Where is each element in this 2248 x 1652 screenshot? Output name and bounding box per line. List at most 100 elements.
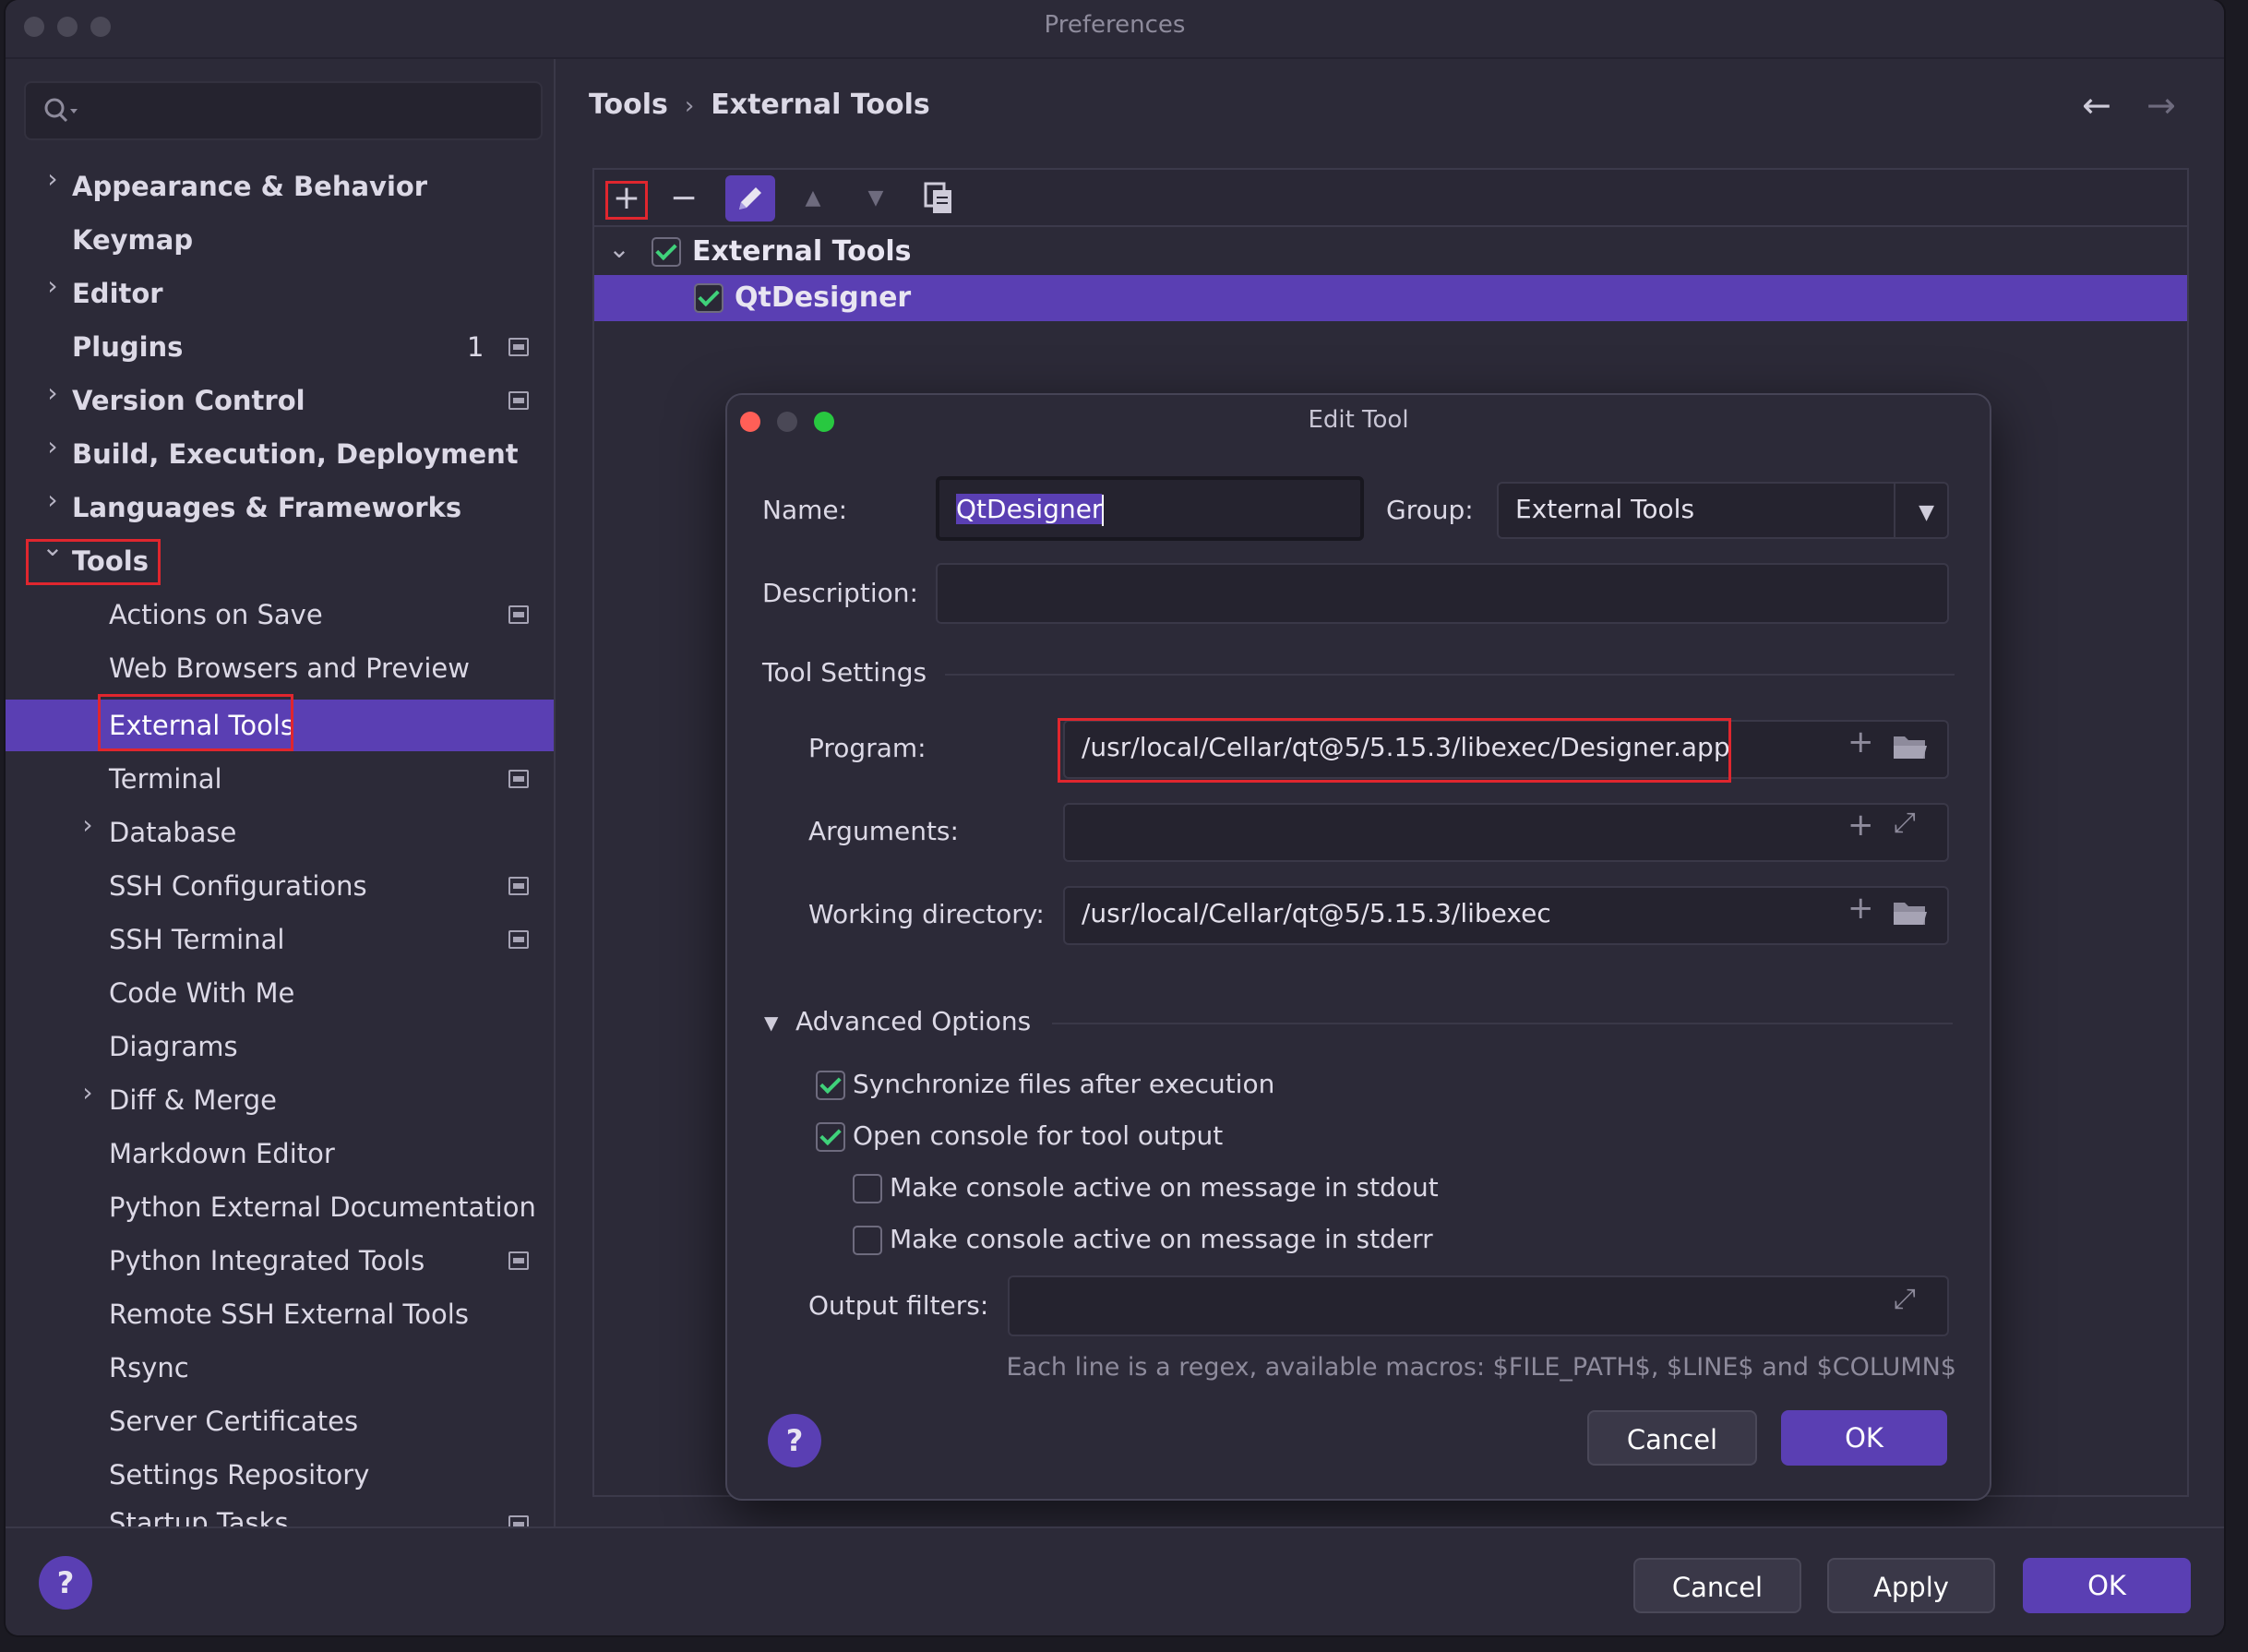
text-cursor: [1102, 495, 1105, 526]
sidebar-item-plugins[interactable]: Plugins: [72, 321, 183, 373]
sidebar-item-server-certificates[interactable]: Server Certificates: [109, 1395, 358, 1447]
breadcrumb-parent[interactable]: Tools: [589, 89, 668, 121]
remove-tool-button[interactable]: −: [659, 175, 709, 221]
preferences-window: Preferences › Appearance & Behavior Keym…: [6, 0, 2224, 1635]
sidebar-item-ssh-configurations[interactable]: SSH Configurations: [109, 860, 367, 912]
tools-highlight-box: [26, 539, 161, 585]
folder-icon[interactable]: [1892, 733, 1929, 762]
expand-arrow-icon[interactable]: ›: [39, 485, 66, 515]
group-label: Group:: [1386, 495, 1474, 525]
project-settings-icon: [508, 1251, 529, 1270]
output-filters-input[interactable]: [1008, 1275, 1949, 1336]
group-dropdown-value: External Tools: [1515, 494, 1695, 524]
expand-arrow-icon[interactable]: ›: [39, 270, 66, 301]
insert-macro-icon[interactable]: +: [1847, 807, 1874, 844]
sync-files-checkbox[interactable]: [816, 1071, 845, 1100]
sidebar-clip: Startup Tasks: [6, 1502, 554, 1526]
tool-enabled-checkbox[interactable]: [694, 283, 723, 313]
sidebar-item-settings-repository[interactable]: Settings Repository: [109, 1449, 369, 1501]
tree-group-row[interactable]: ⌄ External Tools: [594, 229, 2187, 275]
insert-macro-icon[interactable]: +: [1847, 890, 1874, 927]
project-settings-icon: [508, 877, 529, 895]
sidebar-item-web-browsers[interactable]: Web Browsers and Preview: [109, 642, 470, 694]
open-console-label: Open console for tool output: [853, 1120, 1224, 1151]
cancel-button[interactable]: Cancel: [1633, 1558, 1801, 1613]
expand-arrow-icon[interactable]: ›: [74, 1077, 102, 1107]
insert-macro-icon[interactable]: +: [1847, 724, 1874, 760]
expand-arrow-icon[interactable]: ›: [39, 163, 66, 194]
collapse-triangle-icon[interactable]: ▼: [764, 1012, 778, 1034]
group-dropdown[interactable]: External Tools ▼: [1497, 482, 1949, 539]
sidebar-item-markdown-editor[interactable]: Markdown Editor: [109, 1128, 335, 1179]
window-title: Preferences: [1044, 11, 1186, 39]
sidebar-item-actions-on-save[interactable]: Actions on Save: [109, 589, 323, 640]
sidebar-item-version-control[interactable]: Version Control: [72, 375, 305, 426]
dialog-cancel-button[interactable]: Cancel: [1587, 1410, 1757, 1466]
sidebar-item-keymap[interactable]: Keymap: [72, 214, 193, 266]
tree-item-row[interactable]: QtDesigner: [594, 275, 2187, 321]
output-filters-hint: Each line is a regex, available macros: …: [1006, 1353, 1956, 1382]
working-directory-input[interactable]: /usr/local/Cellar/qt@5/5.15.3/libexec: [1063, 886, 1949, 945]
expand-arrow-icon[interactable]: ›: [39, 431, 66, 461]
chevron-down-icon: ▼: [1919, 501, 1934, 524]
forward-arrow-icon[interactable]: →: [2146, 85, 2176, 126]
back-arrow-icon[interactable]: ←: [2082, 85, 2111, 126]
sidebar-item-rsync[interactable]: Rsync: [109, 1342, 189, 1394]
sidebar-item-build-execution-deployment[interactable]: Build, Execution, Deployment: [72, 428, 519, 480]
folder-icon[interactable]: [1892, 899, 1929, 928]
project-settings-icon: [508, 930, 529, 949]
copy-icon: [924, 182, 951, 213]
dropdown-divider: [1894, 484, 1895, 537]
working-directory-label: Working directory:: [808, 899, 1045, 929]
ok-button[interactable]: OK: [2023, 1558, 2191, 1613]
pencil-icon: [739, 187, 761, 209]
name-input[interactable]: QtDesigner: [936, 476, 1364, 541]
add-button-highlight-box: [605, 181, 648, 220]
sidebar-item-ssh-terminal[interactable]: SSH Terminal: [109, 914, 284, 965]
sidebar-item-languages-frameworks[interactable]: Languages & Frameworks: [72, 482, 461, 533]
program-highlight-box: [1058, 718, 1731, 783]
expand-icon[interactable]: ⤢: [1894, 807, 1916, 839]
open-console-checkbox[interactable]: [816, 1122, 845, 1152]
move-up-button[interactable]: ▲: [788, 175, 838, 221]
dialog-help-button[interactable]: ?: [768, 1414, 821, 1467]
sidebar-item-diff-merge[interactable]: Diff & Merge: [109, 1074, 277, 1126]
group-enabled-checkbox[interactable]: [652, 237, 681, 267]
sidebar-item-code-with-me[interactable]: Code With Me: [109, 967, 294, 1019]
sidebar-item-terminal[interactable]: Terminal: [109, 753, 222, 805]
sidebar-item-startup-tasks[interactable]: Startup Tasks: [109, 1502, 289, 1526]
move-down-button[interactable]: ▼: [851, 175, 901, 221]
apply-button[interactable]: Apply: [1827, 1558, 1995, 1613]
breadcrumb: Tools › External Tools: [589, 89, 930, 121]
sidebar-item-python-integrated-tools[interactable]: Python Integrated Tools: [109, 1235, 424, 1287]
edit-tool-dialog: Edit Tool Name: QtDesigner Group: Extern…: [725, 393, 1991, 1501]
sidebar-item-database[interactable]: Database: [109, 807, 236, 858]
advanced-options-header[interactable]: Advanced Options: [795, 1006, 1031, 1036]
output-filters-label: Output filters:: [808, 1290, 989, 1321]
expand-arrow-icon[interactable]: ›: [39, 377, 66, 408]
arguments-input[interactable]: [1063, 803, 1949, 862]
sidebar-item-remote-ssh-external-tools[interactable]: Remote SSH External Tools: [109, 1288, 469, 1340]
breadcrumb-current: External Tools: [711, 89, 930, 121]
console-stderr-checkbox[interactable]: [853, 1226, 882, 1255]
settings-sidebar: › Appearance & Behavior Keymap › Editor …: [6, 59, 556, 1526]
search-icon: [44, 98, 78, 123]
project-settings-icon: [508, 391, 529, 410]
tool-settings-header: Tool Settings: [762, 657, 927, 688]
description-label: Description:: [762, 578, 918, 608]
console-stdout-checkbox[interactable]: [853, 1174, 882, 1203]
project-settings-icon: [508, 1515, 529, 1526]
description-input[interactable]: [936, 563, 1949, 624]
sidebar-item-appearance-behavior[interactable]: Appearance & Behavior: [72, 161, 427, 212]
expand-arrow-icon[interactable]: ›: [74, 809, 102, 840]
copy-tool-button[interactable]: [914, 175, 963, 221]
expand-icon[interactable]: ⤢: [1894, 1283, 1916, 1315]
dialog-ok-button[interactable]: OK: [1781, 1410, 1947, 1466]
sidebar-item-diagrams[interactable]: Diagrams: [109, 1021, 238, 1072]
help-button[interactable]: ?: [39, 1556, 92, 1610]
collapse-arrow-icon[interactable]: ⌄: [605, 229, 633, 269]
settings-search-input[interactable]: [24, 81, 543, 140]
edit-tool-button[interactable]: [725, 175, 775, 221]
sidebar-item-editor[interactable]: Editor: [72, 268, 163, 319]
sidebar-item-python-external-docs[interactable]: Python External Documentation: [109, 1181, 536, 1233]
